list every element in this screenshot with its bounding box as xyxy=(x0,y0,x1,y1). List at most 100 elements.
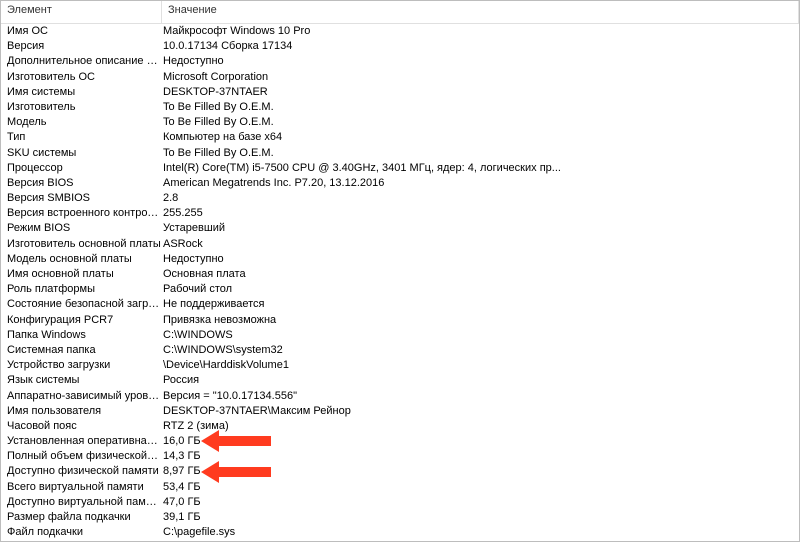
info-value: American Megatrends Inc. P7.20, 13.12.20… xyxy=(161,176,799,191)
info-value: Откл. xyxy=(161,540,799,541)
info-value: To Be Filled By O.E.M. xyxy=(161,115,799,130)
info-row[interactable]: Состояние безопасной загруз...Не поддерж… xyxy=(1,297,799,312)
info-row[interactable]: Версия встроенного контролл...255.255 xyxy=(1,206,799,221)
info-row[interactable]: Изготовитель основной платыASRock xyxy=(1,237,799,252)
info-row[interactable]: ИзготовительTo Be Filled By O.E.M. xyxy=(1,100,799,115)
info-key: Часовой пояс xyxy=(1,419,161,434)
info-key: Доступно физической памяти xyxy=(1,464,161,479)
info-value: Intel(R) Core(TM) i5-7500 CPU @ 3.40GHz,… xyxy=(161,161,799,176)
info-row[interactable]: Аппаратно-зависимый уровен...Версия = "1… xyxy=(1,389,799,404)
info-key: SKU системы xyxy=(1,146,161,161)
info-key: Версия BIOS xyxy=(1,176,161,191)
annotation-arrow-installed-ram xyxy=(201,430,271,452)
info-row[interactable]: Роль платформыРабочий стол xyxy=(1,282,799,297)
info-key: Режим BIOS xyxy=(1,221,161,236)
info-row[interactable]: Имя системыDESKTOP-37NTAER xyxy=(1,85,799,100)
info-row[interactable]: ПроцессорIntel(R) Core(TM) i5-7500 CPU @… xyxy=(1,161,799,176)
info-row[interactable]: Режим BIOSУстаревший xyxy=(1,221,799,236)
info-row[interactable]: Изготовитель ОСMicrosoft Corporation xyxy=(1,70,799,85)
info-value: Microsoft Corporation xyxy=(161,70,799,85)
info-key: Доступно виртуальной памяти xyxy=(1,495,161,510)
info-row[interactable]: Версия10.0.17134 Сборка 17134 xyxy=(1,39,799,54)
info-value: Не поддерживается xyxy=(161,297,799,312)
info-key: Имя основной платы xyxy=(1,267,161,282)
info-value: 255.255 xyxy=(161,206,799,221)
info-value: C:\WINDOWS\system32 xyxy=(161,343,799,358)
info-value: Привязка невозможна xyxy=(161,313,799,328)
info-row[interactable]: Часовой поясRTZ 2 (зима) xyxy=(1,419,799,434)
info-key: Всего виртуальной памяти xyxy=(1,480,161,495)
info-row[interactable]: Доступно физической памяти8,97 ГБ xyxy=(1,464,799,479)
info-row[interactable]: Всего виртуальной памяти53,4 ГБ xyxy=(1,480,799,495)
info-row[interactable]: Дополнительное описание ОСНедоступно xyxy=(1,54,799,69)
info-key: Папка Windows xyxy=(1,328,161,343)
info-key: Файл подкачки xyxy=(1,525,161,540)
info-row[interactable]: Папка WindowsC:\WINDOWS xyxy=(1,328,799,343)
header-value[interactable]: Значение xyxy=(162,1,799,23)
info-key: Защита DMA ядра xyxy=(1,540,161,541)
header-element[interactable]: Элемент xyxy=(1,1,162,23)
info-row[interactable]: МодельTo Be Filled By O.E.M. xyxy=(1,115,799,130)
column-header: Элемент Значение xyxy=(1,1,799,24)
info-row[interactable]: Файл подкачкиC:\pagefile.sys xyxy=(1,525,799,540)
info-key: Имя пользователя xyxy=(1,404,161,419)
info-key: Размер файла подкачки xyxy=(1,510,161,525)
info-value: To Be Filled By O.E.M. xyxy=(161,146,799,161)
system-info-window: Элемент Значение Имя ОСМайкрософт Window… xyxy=(0,0,800,542)
info-value: To Be Filled By O.E.M. xyxy=(161,100,799,115)
info-row[interactable]: Полный объем физической па...14,3 ГБ xyxy=(1,449,799,464)
info-value: ASRock xyxy=(161,237,799,252)
info-key: Аппаратно-зависимый уровен... xyxy=(1,389,161,404)
info-value: Версия = "10.0.17134.556" xyxy=(161,389,799,404)
info-row[interactable]: ТипКомпьютер на базе x64 xyxy=(1,130,799,145)
info-row[interactable]: Устройство загрузки\Device\HarddiskVolum… xyxy=(1,358,799,373)
annotation-arrow-available-ram xyxy=(201,461,271,483)
info-row[interactable]: Защита DMA ядраОткл. xyxy=(1,540,799,541)
info-value: 39,1 ГБ xyxy=(161,510,799,525)
info-key: Процессор xyxy=(1,161,161,176)
info-row[interactable]: Версия SMBIOS2.8 xyxy=(1,191,799,206)
info-value: Недоступно xyxy=(161,252,799,267)
info-row[interactable]: Модель основной платыНедоступно xyxy=(1,252,799,267)
info-key: Изготовитель ОС xyxy=(1,70,161,85)
info-value: DESKTOP-37NTAER xyxy=(161,85,799,100)
info-key: Язык системы xyxy=(1,373,161,388)
info-value: Майкрософт Windows 10 Pro xyxy=(161,24,799,39)
info-value: C:\pagefile.sys xyxy=(161,525,799,540)
info-value: 10.0.17134 Сборка 17134 xyxy=(161,39,799,54)
info-body: Имя ОСМайкрософт Windows 10 ProВерсия10.… xyxy=(1,24,799,541)
info-row[interactable]: Имя пользователяDESKTOP-37NTAER\Максим Р… xyxy=(1,404,799,419)
info-key: Модель xyxy=(1,115,161,130)
info-row[interactable]: Язык системыРоссия xyxy=(1,373,799,388)
info-value: \Device\HarddiskVolume1 xyxy=(161,358,799,373)
info-key: Изготовитель xyxy=(1,100,161,115)
info-value: Основная плата xyxy=(161,267,799,282)
info-row[interactable]: Конфигурация PCR7Привязка невозможна xyxy=(1,313,799,328)
info-key: Версия xyxy=(1,39,161,54)
info-value: Рабочий стол xyxy=(161,282,799,297)
info-value: C:\WINDOWS xyxy=(161,328,799,343)
info-row[interactable]: Имя ОСМайкрософт Windows 10 Pro xyxy=(1,24,799,39)
info-row[interactable]: Версия BIOSAmerican Megatrends Inc. P7.2… xyxy=(1,176,799,191)
info-value: 47,0 ГБ xyxy=(161,495,799,510)
info-key: Системная папка xyxy=(1,343,161,358)
info-rows-scroll[interactable]: Имя ОСМайкрософт Windows 10 ProВерсия10.… xyxy=(1,24,799,541)
info-key: Тип xyxy=(1,130,161,145)
info-row[interactable]: Имя основной платыОсновная плата xyxy=(1,267,799,282)
info-value: Устаревший xyxy=(161,221,799,236)
info-value: DESKTOP-37NTAER\Максим Рейнор xyxy=(161,404,799,419)
info-key: Роль платформы xyxy=(1,282,161,297)
info-key: Имя ОС xyxy=(1,24,161,39)
info-value: Россия xyxy=(161,373,799,388)
info-key: Конфигурация PCR7 xyxy=(1,313,161,328)
info-key: Состояние безопасной загруз... xyxy=(1,297,161,312)
info-row[interactable]: Установленная оперативная п...16,0 ГБ xyxy=(1,434,799,449)
info-value: 2.8 xyxy=(161,191,799,206)
info-key: Устройство загрузки xyxy=(1,358,161,373)
info-row[interactable]: Системная папкаC:\WINDOWS\system32 xyxy=(1,343,799,358)
info-row[interactable]: Доступно виртуальной памяти47,0 ГБ xyxy=(1,495,799,510)
info-key: Версия SMBIOS xyxy=(1,191,161,206)
info-key: Модель основной платы xyxy=(1,252,161,267)
info-row[interactable]: Размер файла подкачки39,1 ГБ xyxy=(1,510,799,525)
info-row[interactable]: SKU системыTo Be Filled By O.E.M. xyxy=(1,146,799,161)
